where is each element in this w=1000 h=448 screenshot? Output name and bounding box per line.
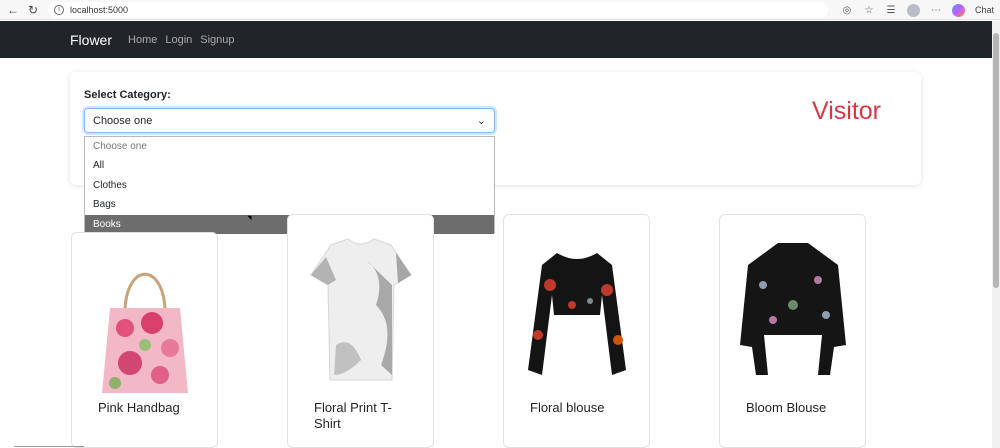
- nav-login[interactable]: Login: [165, 34, 192, 46]
- address-bar[interactable]: i localhost:5000: [48, 1, 828, 18]
- site-navbar: Flower Home Login Signup: [0, 21, 992, 58]
- pink-handbag-image: [102, 272, 188, 393]
- brand-link[interactable]: Flower: [70, 32, 112, 48]
- floral-blouse-image: [528, 253, 626, 375]
- url-text: localhost:5000: [70, 4, 129, 15]
- nav-home[interactable]: Home: [128, 34, 157, 46]
- scrollbar-thumb[interactable]: [993, 33, 999, 288]
- site-info-icon[interactable]: i: [54, 4, 64, 15]
- browser-actions: ◎ ☆ ☰ ⋯ Chat: [841, 0, 1000, 20]
- product-title: Floral blouse: [530, 400, 605, 415]
- back-icon[interactable]: ←: [6, 3, 20, 17]
- floral-tshirt-image: [310, 238, 412, 381]
- category-select-value: Choose one: [93, 114, 153, 127]
- star-icon[interactable]: ☆: [863, 4, 875, 16]
- nav-signup[interactable]: Signup: [200, 34, 234, 46]
- browser-toolbar: ← ↻ i localhost:5000 ◎ ☆ ☰ ⋯ Chat: [0, 0, 1000, 20]
- role-badge: Visitor: [812, 97, 882, 125]
- product-title: Floral Print T-Shirt: [314, 400, 392, 431]
- more-icon[interactable]: ⋯: [930, 4, 942, 16]
- product-title: Pink Handbag: [98, 400, 180, 415]
- product-card-floral-blouse[interactable]: Floral blouse: [503, 214, 650, 448]
- product-title: Bloom Blouse: [746, 400, 827, 415]
- category-label: Select Category:: [84, 89, 171, 101]
- product-card-bloom-blouse[interactable]: Bloom Blouse: [719, 214, 866, 448]
- divider: [14, 446, 84, 447]
- chevron-down-icon: ⌄: [476, 115, 486, 127]
- favorites-icon[interactable]: ☰: [885, 4, 897, 16]
- option-clothes[interactable]: Clothes: [85, 176, 494, 195]
- page-scrollbar[interactable]: [992, 21, 1000, 448]
- category-select[interactable]: Choose one ⌄: [84, 108, 495, 133]
- chat-label[interactable]: Chat: [975, 5, 994, 15]
- location-icon[interactable]: ◎: [841, 4, 853, 16]
- bloom-blouse-image: [740, 243, 846, 375]
- copilot-icon[interactable]: [951, 3, 965, 17]
- option-choose-one[interactable]: Choose one: [85, 137, 494, 156]
- option-all[interactable]: All: [85, 156, 494, 175]
- option-bags[interactable]: Bags: [85, 195, 494, 214]
- reload-icon[interactable]: ↻: [26, 3, 40, 17]
- profile-avatar-icon[interactable]: [906, 3, 920, 17]
- product-card-pink-handbag[interactable]: Pink Handbag: [71, 232, 218, 448]
- product-card-floral-tshirt[interactable]: Floral Print T-Shirt: [287, 214, 434, 448]
